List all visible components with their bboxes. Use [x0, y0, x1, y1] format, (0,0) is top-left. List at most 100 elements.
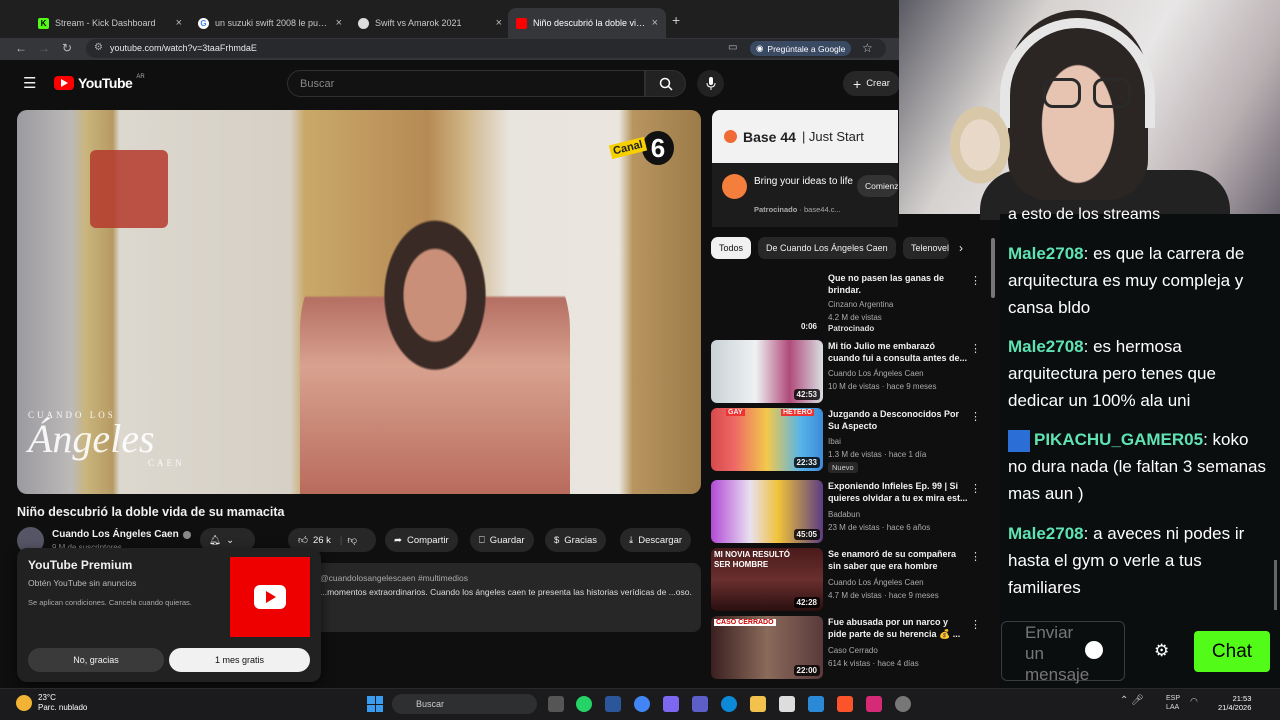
new-tab-icon[interactable]: +: [672, 12, 680, 28]
more-options-icon[interactable]: ⋮: [970, 410, 981, 423]
teams-icon[interactable]: [692, 696, 708, 712]
reload-icon[interactable]: ↻: [62, 41, 72, 55]
base44-logo-icon: [724, 130, 737, 143]
mail-icon[interactable]: [808, 696, 824, 712]
gear-icon[interactable]: ⚙: [1154, 641, 1169, 661]
video-thumbnail[interactable]: MI NOVIA RESULTÓ SER HOMBRE 42:28: [711, 548, 823, 611]
save-button[interactable]: ⎕ Guardar: [470, 528, 534, 552]
search-button[interactable]: [645, 70, 686, 97]
thanks-button[interactable]: $ Gracias: [545, 528, 607, 552]
youtube-play-icon: [54, 76, 74, 90]
video-thumbnail[interactable]: 0:06: [711, 272, 823, 335]
chrome-icon[interactable]: [634, 696, 650, 712]
search-icon: [659, 77, 673, 91]
ad-headline[interactable]: Bring your ideas to life: [754, 175, 854, 189]
recommendation-item[interactable]: GAY HETERO 22:33 Juzgando a Desconocidos…: [711, 408, 996, 473]
clock[interactable]: 21:53 21/4/2026: [1218, 694, 1251, 712]
channel-name[interactable]: Cuando Los Ángeles Caen: [52, 529, 191, 540]
recommendation-item[interactable]: CASO CERRADO 22:00 Fue abusada por un na…: [711, 616, 996, 680]
network-icon[interactable]: ◠: [1190, 696, 1198, 707]
ask-google-button[interactable]: ◉ Pregúntale a Google: [750, 41, 852, 56]
download-button[interactable]: ⤓ Descargar: [620, 528, 692, 552]
tab-youtube-active[interactable]: Niño descubrió la doble vida de×: [508, 8, 666, 38]
chip-telenovelas[interactable]: Telenovelas: [903, 237, 949, 259]
send-chat-button[interactable]: Chat: [1194, 631, 1270, 672]
wall-decoration: [90, 150, 168, 228]
settings-icon[interactable]: [895, 696, 911, 712]
video-frame-person: [300, 210, 570, 494]
create-button[interactable]: + Crear: [843, 71, 900, 96]
video-thumbnail[interactable]: GAY HETERO 22:33: [711, 408, 823, 471]
more-options-icon[interactable]: ⋮: [970, 342, 981, 355]
copilot-icon[interactable]: [663, 696, 679, 712]
voice-search-button[interactable]: [697, 70, 724, 97]
webcam-glasses: [1043, 78, 1081, 108]
premium-subtitle: Obtén YouTube sin anuncios: [28, 578, 137, 588]
menu-icon[interactable]: ☰: [23, 74, 36, 92]
tab-kick-dashboard[interactable]: K Stream - Kick Dashboard ×: [30, 8, 190, 38]
video-thumbnail[interactable]: 42:53: [711, 340, 823, 403]
premium-conditions: Se aplican condiciones. Cancela cuando q…: [28, 598, 192, 607]
recommendation-item[interactable]: 42:53 Mi tío Julio me embarazó cuando fu…: [711, 340, 996, 404]
brave-icon[interactable]: [837, 696, 853, 712]
bookmark-star-icon[interactable]: ☆: [862, 41, 873, 55]
chat-message: PIKACHU_GAMER05: koko no dura nada (le f…: [1008, 429, 1267, 503]
edge-icon[interactable]: [721, 696, 737, 712]
video-thumbnail[interactable]: CASO CERRADO 22:00: [711, 616, 823, 679]
chip-channel[interactable]: De Cuando Los Ángeles Caen: [758, 237, 896, 259]
cast-icon[interactable]: ▭: [728, 42, 737, 53]
weather-widget[interactable]: 23°C Parc. nublado: [16, 693, 87, 713]
site-info-icon[interactable]: ⚙: [94, 42, 103, 53]
word-icon[interactable]: [605, 696, 621, 712]
more-options-icon[interactable]: ⋮: [970, 274, 981, 287]
tab-google-search[interactable]: G un suzuki swift 2008 le puede g ×: [190, 8, 350, 38]
youtube-play-icon: [254, 585, 286, 609]
recommendation-item[interactable]: MI NOVIA RESULTÓ SER HOMBRE 42:28 Se ena…: [711, 548, 996, 612]
instagram-icon[interactable]: [866, 696, 882, 712]
bookmark-icon: ⎕: [479, 534, 485, 546]
close-tab-icon[interactable]: ×: [496, 17, 502, 29]
share-icon: ➦: [394, 534, 402, 546]
decline-premium-button[interactable]: No, gracias: [28, 648, 164, 672]
system-tray-icons[interactable]: ⌃ 🎤︎: [1120, 695, 1144, 706]
store-icon[interactable]: [779, 696, 795, 712]
more-options-icon[interactable]: ⋮: [970, 482, 981, 495]
like-count[interactable]: 26 k: [313, 535, 331, 546]
taskbar-search[interactable]: Buscar: [392, 694, 537, 714]
share-button[interactable]: ➦ Compartir: [385, 528, 458, 552]
close-tab-icon[interactable]: ×: [336, 17, 342, 29]
close-tab-icon[interactable]: ×: [176, 17, 182, 29]
free-trial-button[interactable]: 1 mes gratis: [169, 648, 310, 672]
youtube-logo[interactable]: YouTube AR: [54, 74, 145, 91]
chat-input-placeholder[interactable]: Enviar un mensaje: [1025, 622, 1095, 685]
chat-scrollbar[interactable]: [1274, 560, 1277, 610]
forward-icon[interactable]: →: [38, 41, 50, 55]
file-explorer-icon[interactable]: [750, 696, 766, 712]
close-tab-icon[interactable]: ×: [652, 17, 658, 29]
more-options-icon[interactable]: ⋮: [970, 618, 981, 631]
chevron-right-icon[interactable]: ›: [959, 241, 963, 255]
chat-message: Male2708: a aveces ni podes ir hasta el …: [1008, 524, 1245, 597]
video-thumbnail[interactable]: 45:05: [711, 480, 823, 543]
back-icon[interactable]: ←: [15, 41, 27, 55]
whatsapp-icon[interactable]: [576, 696, 592, 712]
windows-start-icon[interactable]: [367, 696, 383, 712]
language-indicator[interactable]: ESP LAA: [1166, 694, 1180, 712]
url-text[interactable]: youtube.com/watch?v=3taaFrhmdaE: [110, 43, 257, 53]
ad-cta-button[interactable]: Comienza: [857, 175, 898, 197]
dislike-icon[interactable]: 👎︎: [347, 534, 357, 546]
description-tags: @cuandolosangelescaen #multimedios: [320, 573, 469, 583]
like-icon[interactable]: 👍︎: [298, 534, 308, 546]
recommendation-item[interactable]: 0:06 Que no pasen las ganas de brindar. …: [711, 272, 996, 336]
advertiser-avatar[interactable]: [722, 174, 747, 199]
ad-banner[interactable]: Base 44 | Just Start: [712, 110, 898, 163]
search-input[interactable]: Buscar: [287, 70, 645, 97]
chip-all[interactable]: Todos: [711, 237, 752, 259]
ad-sponsored-line: Patrocinado · base44.c...: [754, 205, 841, 214]
tab-swift-amarok[interactable]: Swift vs Amarok 2021 ×: [350, 8, 510, 38]
task-view-icon[interactable]: [548, 696, 564, 712]
recommendation-item[interactable]: 45:05 Exponiendo Infieles Ep. 99 | Si qu…: [711, 480, 996, 544]
verified-icon: [182, 530, 191, 539]
more-options-icon[interactable]: ⋮: [970, 550, 981, 563]
emoji-icon[interactable]: [1085, 641, 1103, 659]
